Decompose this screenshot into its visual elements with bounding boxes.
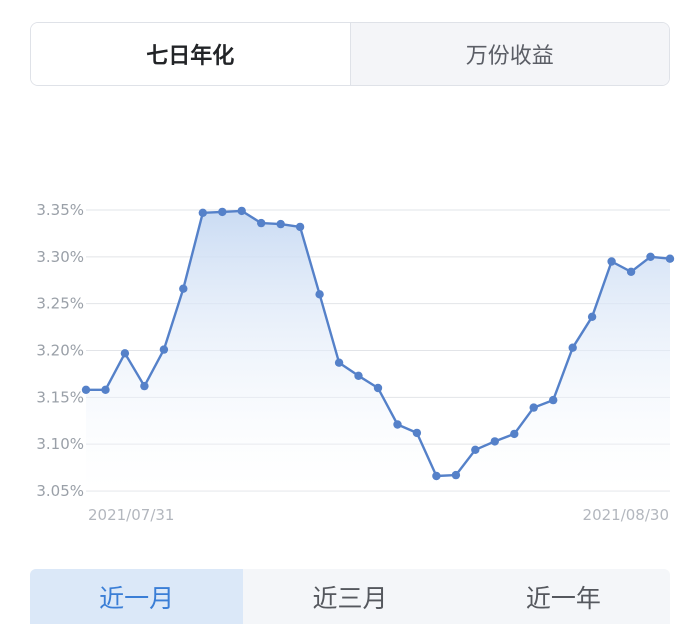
data-point xyxy=(412,428,422,438)
y-tick-label: 3.25% xyxy=(36,295,84,313)
tab-one-year[interactable]: 近一年 xyxy=(457,569,670,624)
data-point xyxy=(295,222,305,232)
data-point xyxy=(607,257,616,266)
data-point xyxy=(510,429,519,439)
data-point xyxy=(568,343,577,352)
data-point xyxy=(81,385,91,394)
data-point xyxy=(257,218,266,228)
data-point xyxy=(626,267,636,276)
data-point xyxy=(354,371,363,380)
data-point xyxy=(432,471,441,481)
y-tick-label: 3.05% xyxy=(36,482,84,500)
data-point xyxy=(490,437,499,446)
tab-seven-day-yield[interactable]: 七日年化 xyxy=(31,23,350,85)
indicator-tabs: 七日年化 万份收益 xyxy=(30,22,670,86)
data-point xyxy=(373,383,383,393)
y-tick-label: 3.30% xyxy=(36,248,84,266)
data-point xyxy=(471,445,480,454)
data-point xyxy=(549,395,558,405)
tab-one-month[interactable]: 近一月 xyxy=(30,569,244,624)
data-point xyxy=(587,312,597,321)
range-tabs: 近一月 近三月 近一年 xyxy=(30,569,670,624)
data-point xyxy=(218,207,227,217)
data-point xyxy=(393,420,402,429)
data-point xyxy=(315,290,324,299)
data-point xyxy=(101,385,110,394)
data-point xyxy=(334,358,344,367)
y-tick-label: 3.15% xyxy=(36,388,84,406)
yield-area-chart: 3.35% 3.30% 3.25% 3.20% 3.15% 3.10% 3.05% 2021… xyxy=(36,201,675,524)
data-point xyxy=(646,252,655,261)
x-label-end: 2021/08/30 xyxy=(583,506,669,524)
y-tick-label: 3.10% xyxy=(36,435,84,453)
y-tick-label: 3.20% xyxy=(36,342,84,360)
x-label-start: 2021/07/31 xyxy=(88,506,174,524)
data-point xyxy=(179,284,188,293)
data-point xyxy=(237,206,246,216)
data-point xyxy=(140,381,149,391)
data-point xyxy=(276,219,285,229)
data-point xyxy=(198,208,207,217)
y-axis-ticks: 3.35% 3.30% 3.25% 3.20% 3.15% 3.10% 3.05% xyxy=(36,201,84,500)
data-point xyxy=(529,403,538,412)
data-point xyxy=(159,345,169,354)
tab-ten-thousand-income[interactable]: 万份收益 xyxy=(349,23,669,85)
data-point xyxy=(665,254,675,263)
data-point xyxy=(120,349,130,358)
tab-three-months[interactable]: 近三月 xyxy=(243,569,456,624)
data-point xyxy=(451,470,461,480)
y-tick-label: 3.35% xyxy=(36,201,84,219)
